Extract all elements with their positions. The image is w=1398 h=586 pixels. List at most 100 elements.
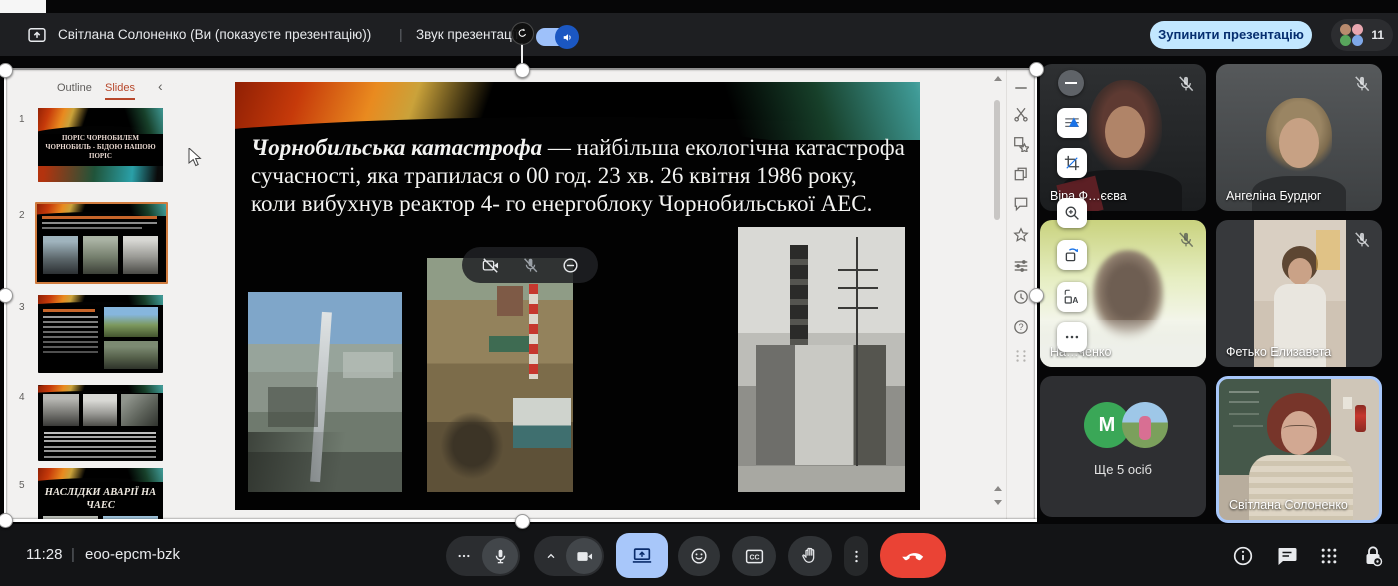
scroll-up-icon[interactable] [994,76,1002,81]
block-icon [561,256,580,275]
slide-thumbnail-1[interactable]: ПОРІС ЧОРНОБИЛЕМ ЧОРНОБИЛЬ - БІДОЮ НАШОЮ… [38,108,163,182]
app-scrollbar-thumb[interactable] [994,100,1000,220]
stop-presenting-button[interactable]: Зупинити презентацію [1150,21,1312,49]
google-meet-window: Світлана Солоненко (Ви (показуєте презен… [0,0,1398,586]
smiley-icon [689,546,709,566]
mic-off-icon [1176,74,1196,94]
resize-handle-top-right[interactable] [1029,62,1044,77]
top-bar-divider: | [399,13,403,56]
meeting-code: eoo-epcm-bzk [85,524,180,586]
thumb4-photo [43,394,79,426]
video-tile-participant-2[interactable]: Ангеліна Бурдюг [1216,64,1382,211]
self-view-status-pill [462,247,598,283]
svg-text:?: ? [1018,322,1023,332]
adjust-button[interactable] [1057,108,1087,138]
thumb4-photo [121,394,158,426]
next-slide-icon[interactable] [994,500,1002,505]
more-people-tile[interactable]: M Ще 5 осіб [1040,376,1206,517]
reactions-button[interactable] [678,536,720,576]
presentation-sound-toggle[interactable] [536,28,576,46]
present-button-active[interactable] [616,533,668,578]
toolbar-collapse-button[interactable] [1058,70,1084,96]
thumb2-photo [83,236,118,274]
meeting-details-button[interactable] [1231,544,1255,568]
camera-options-pill[interactable] [534,536,604,576]
current-slide: Чорнобильська катастрофа — найбільша еко… [235,82,920,510]
thumb5-title: НАСЛІДКИ АВАРІЇ НА ЧАЕС [42,486,159,512]
rail-divider [1006,70,1007,520]
avatar [1340,24,1351,35]
slide-photo-bw-reactor [738,227,905,492]
power-line-tower [838,269,878,271]
rail-star-icon[interactable] [1013,227,1029,243]
activities-button[interactable] [1319,546,1339,566]
participants-pill[interactable]: 11 [1331,19,1393,51]
video-tile-speaker[interactable]: Світлана Солоненко [1216,376,1382,523]
camera-button[interactable] [566,538,602,574]
slide-title: Чорнобильська катастрофа — найбільша еко… [251,134,911,218]
host-controls-button[interactable] [1361,544,1385,568]
chat-button[interactable] [1275,544,1299,568]
rotate-image-button[interactable] [1057,240,1087,270]
prev-slide-icon[interactable] [994,486,1002,491]
presentation-sound-label: Звук презентації [416,13,519,56]
chevron-up-icon[interactable] [543,548,559,564]
rotate-cursor[interactable] [511,22,534,45]
slide-thumbnail-5[interactable]: НАСЛІДКИ АВАРІЇ НА ЧАЕС [38,468,163,520]
avatar [1352,35,1363,46]
speaker-icon [561,31,574,44]
collapse-panel-icon[interactable]: ‹ [158,78,163,94]
thumb-number: 5 [19,480,25,491]
raise-hand-button[interactable] [788,536,832,576]
resize-handle-bottom-center[interactable] [515,514,530,529]
mic-off-icon [1352,74,1372,94]
rail-settings-icon[interactable] [1013,258,1029,274]
resize-handle-top-center[interactable] [515,63,530,78]
mic-options-pill[interactable] [446,536,520,576]
more-people-label: Ще 5 осіб [1040,462,1206,477]
rail-help-icon[interactable]: ? [1013,319,1029,335]
mic-off-icon [1176,230,1196,250]
more-audio-options-icon[interactable] [456,548,472,564]
rail-history-icon[interactable] [1013,289,1029,305]
more-tools-button[interactable] [1057,322,1087,352]
thumb1-title: ПОРІС ЧОРНОБИЛЕМ ЧОРНОБИЛЬ - БІДОЮ НАШОЮ… [44,134,157,161]
video-tile-participant-4[interactable]: Фетько Елизавета [1216,220,1382,367]
thumb-number: 4 [19,392,25,403]
rail-designer-icon[interactable] [1013,136,1029,152]
crop-button[interactable] [1057,148,1087,178]
slide-photo-plant-aerial [248,292,402,492]
slide-title-rest: — найбільша екологічна катастрофа [542,135,905,160]
end-call-icon [901,544,925,568]
present-screen-icon [27,25,47,45]
rail-grid-icon[interactable] [1013,348,1029,364]
rail-copy-icon[interactable] [1013,166,1029,182]
rail-comments-icon[interactable] [1013,196,1029,212]
slide-thumbnail-4[interactable] [38,385,163,461]
rotation-handle-stem [521,43,523,65]
slide-title-line3: коли вибухнув реактор 4- го енергоблоку … [251,190,911,218]
thumb-number: 1 [19,114,25,125]
hand-icon [800,546,820,566]
mouse-cursor [188,148,202,168]
slide-thumbnail-3[interactable] [38,295,163,373]
tab-slides[interactable]: Slides [105,80,135,100]
tab-outline[interactable]: Outline [57,80,92,96]
thumb3-photo [104,341,158,369]
end-call-button[interactable] [880,533,946,578]
rail-minimize-icon[interactable] [1013,80,1029,96]
alt-text-button[interactable] [1057,282,1087,312]
mic-button[interactable] [482,538,518,574]
more-options-button[interactable] [844,536,868,576]
speaker-name: Світлана Солоненко [1229,498,1348,512]
minus-icon [1065,82,1077,84]
avatar [1352,24,1363,35]
captions-button[interactable] [732,536,776,576]
slide-title-line2: сучасності, яка трапилася о 00 год. 23 х… [251,162,911,190]
rail-cut-icon[interactable] [1013,106,1029,122]
striped-chimney [529,284,538,379]
resize-handle-right[interactable] [1029,288,1044,303]
slide-thumbnail-2-selected[interactable] [35,202,168,284]
zoom-in-button[interactable] [1057,198,1087,228]
slide-decoration [235,82,920,140]
